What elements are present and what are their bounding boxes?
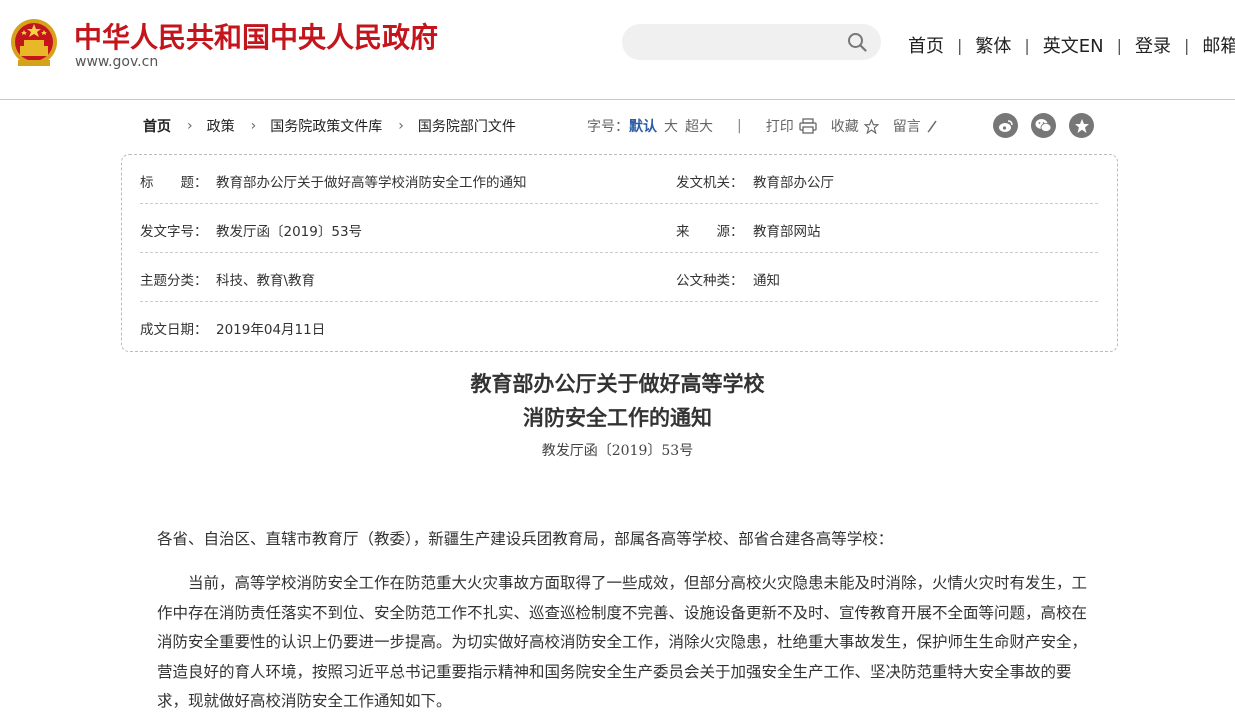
nav-separator: | (1116, 35, 1123, 55)
print-button[interactable]: 打印 (766, 116, 817, 136)
nav-separator: | (957, 35, 963, 55)
nav-home[interactable]: 首页 (908, 32, 944, 58)
body-paragraph: 当前，高等学校消防安全工作在防范重大火灾事故方面取得了一些成效，但部分高校火灾隐… (157, 574, 1088, 711)
qzone-share-button[interactable] (1069, 113, 1094, 138)
national-emblem-logo[interactable] (10, 16, 58, 70)
nav-mailbox[interactable]: 邮箱 (1202, 32, 1235, 58)
font-size-label: 字号： (587, 119, 629, 135)
info-row: 成文日期： 2019年04月11日 (140, 302, 1098, 350)
chevron-right-icon: › (398, 118, 404, 134)
nav-login[interactable]: 登录 (1135, 32, 1171, 58)
source-label: 来 源： (676, 224, 744, 240)
breadcrumb: 首页 › 政策 › 国务院政策文件库 › 国务院部门文件 (143, 116, 516, 136)
info-row: 主题分类： 科技、教育\教育 公文种类： 通知 (140, 253, 1098, 302)
toolbar-separator: | (737, 118, 742, 134)
breadcrumb-department-docs[interactable]: 国务院部门文件 (418, 116, 516, 136)
issuer-value: 教育部办公厅 (753, 175, 834, 191)
qzone-icon (1074, 118, 1089, 133)
chevron-right-icon: › (187, 118, 193, 134)
star-icon (863, 118, 879, 134)
document-title-line2: 消防安全工作的通知 (523, 405, 712, 430)
nav-traditional[interactable]: 繁体 (975, 32, 1011, 58)
search-icon[interactable] (847, 32, 867, 52)
comment-label: 留言 (892, 119, 921, 135)
date-value: 2019年04月11日 (216, 322, 326, 338)
font-size-xlarge[interactable]: 超大 (685, 116, 713, 136)
site-title[interactable]: 中华人民共和国中央人民政府 (74, 16, 438, 56)
document-info-panel: 标 题： 教育部办公厅关于做好高等学校消防安全工作的通知 发文机关： 教育部办公… (121, 154, 1118, 352)
article-toolbar: 字号： 默认 大 超大 | 打印 收藏 留言 (587, 116, 952, 136)
pencil-icon (927, 120, 937, 133)
title-value: 教育部办公厅关于做好高等学校消防安全工作的通知 (216, 175, 527, 191)
breadcrumb-home[interactable]: 首页 (143, 116, 171, 136)
print-label: 打印 (765, 119, 794, 135)
breadcrumb-policy-library[interactable]: 国务院政策文件库 (270, 116, 382, 136)
topic-label: 主题分类： (140, 273, 208, 289)
chevron-right-icon: › (250, 118, 257, 134)
printer-icon (799, 118, 817, 134)
nav-english[interactable]: 英文EN (1043, 32, 1104, 58)
breadcrumb-policy[interactable]: 政策 (207, 116, 235, 136)
salutation-paragraph: 各省、自治区、直辖市教育厅（教委），新疆生产建设兵团教育局，部属各高等学校、部省… (157, 530, 894, 548)
nav-separator: | (1184, 35, 1190, 55)
document-number: 教发厅函〔2019〕53号 (541, 443, 694, 459)
info-row: 标 题： 教育部办公厅关于做好高等学校消防安全工作的通知 发文机关： 教育部办公… (140, 155, 1098, 204)
nav-separator: | (1024, 35, 1030, 55)
wechat-share-button[interactable] (1031, 113, 1056, 138)
weibo-share-button[interactable] (993, 113, 1018, 138)
site-url[interactable]: www.gov.cn (75, 54, 158, 70)
weibo-icon (998, 119, 1013, 132)
site-header: 中华人民共和国中央人民政府 www.gov.cn 首页 | 繁体 | 英文EN … (0, 0, 1235, 100)
title-label: 标 题： (140, 175, 208, 191)
wechat-icon (1035, 119, 1052, 132)
top-navigation: 首页 | 繁体 | 英文EN | 登录 | 邮箱 (908, 32, 1235, 58)
doctype-value: 通知 (753, 273, 780, 289)
docno-label: 发文字号： (140, 224, 208, 240)
font-size-large[interactable]: 大 (664, 116, 678, 136)
date-label: 成文日期： (140, 322, 208, 338)
source-value: 教育部网站 (753, 224, 821, 240)
doctype-label: 公文种类： (676, 273, 744, 289)
topic-value: 科技、教育\教育 (216, 273, 316, 289)
issuer-label: 发文机关： (676, 175, 744, 191)
search-input[interactable] (622, 24, 881, 60)
info-row: 发文字号： 教发厅函〔2019〕53号 来 源： 教育部网站 (140, 204, 1098, 253)
comment-button[interactable]: 留言 (893, 116, 938, 136)
favorite-label: 收藏 (830, 119, 859, 135)
favorite-button[interactable]: 收藏 (831, 116, 879, 136)
document-title-line1: 教育部办公厅关于做好高等学校 (470, 371, 765, 396)
font-size-default[interactable]: 默认 (629, 116, 657, 136)
docno-value: 教发厅函〔2019〕53号 (216, 224, 363, 240)
